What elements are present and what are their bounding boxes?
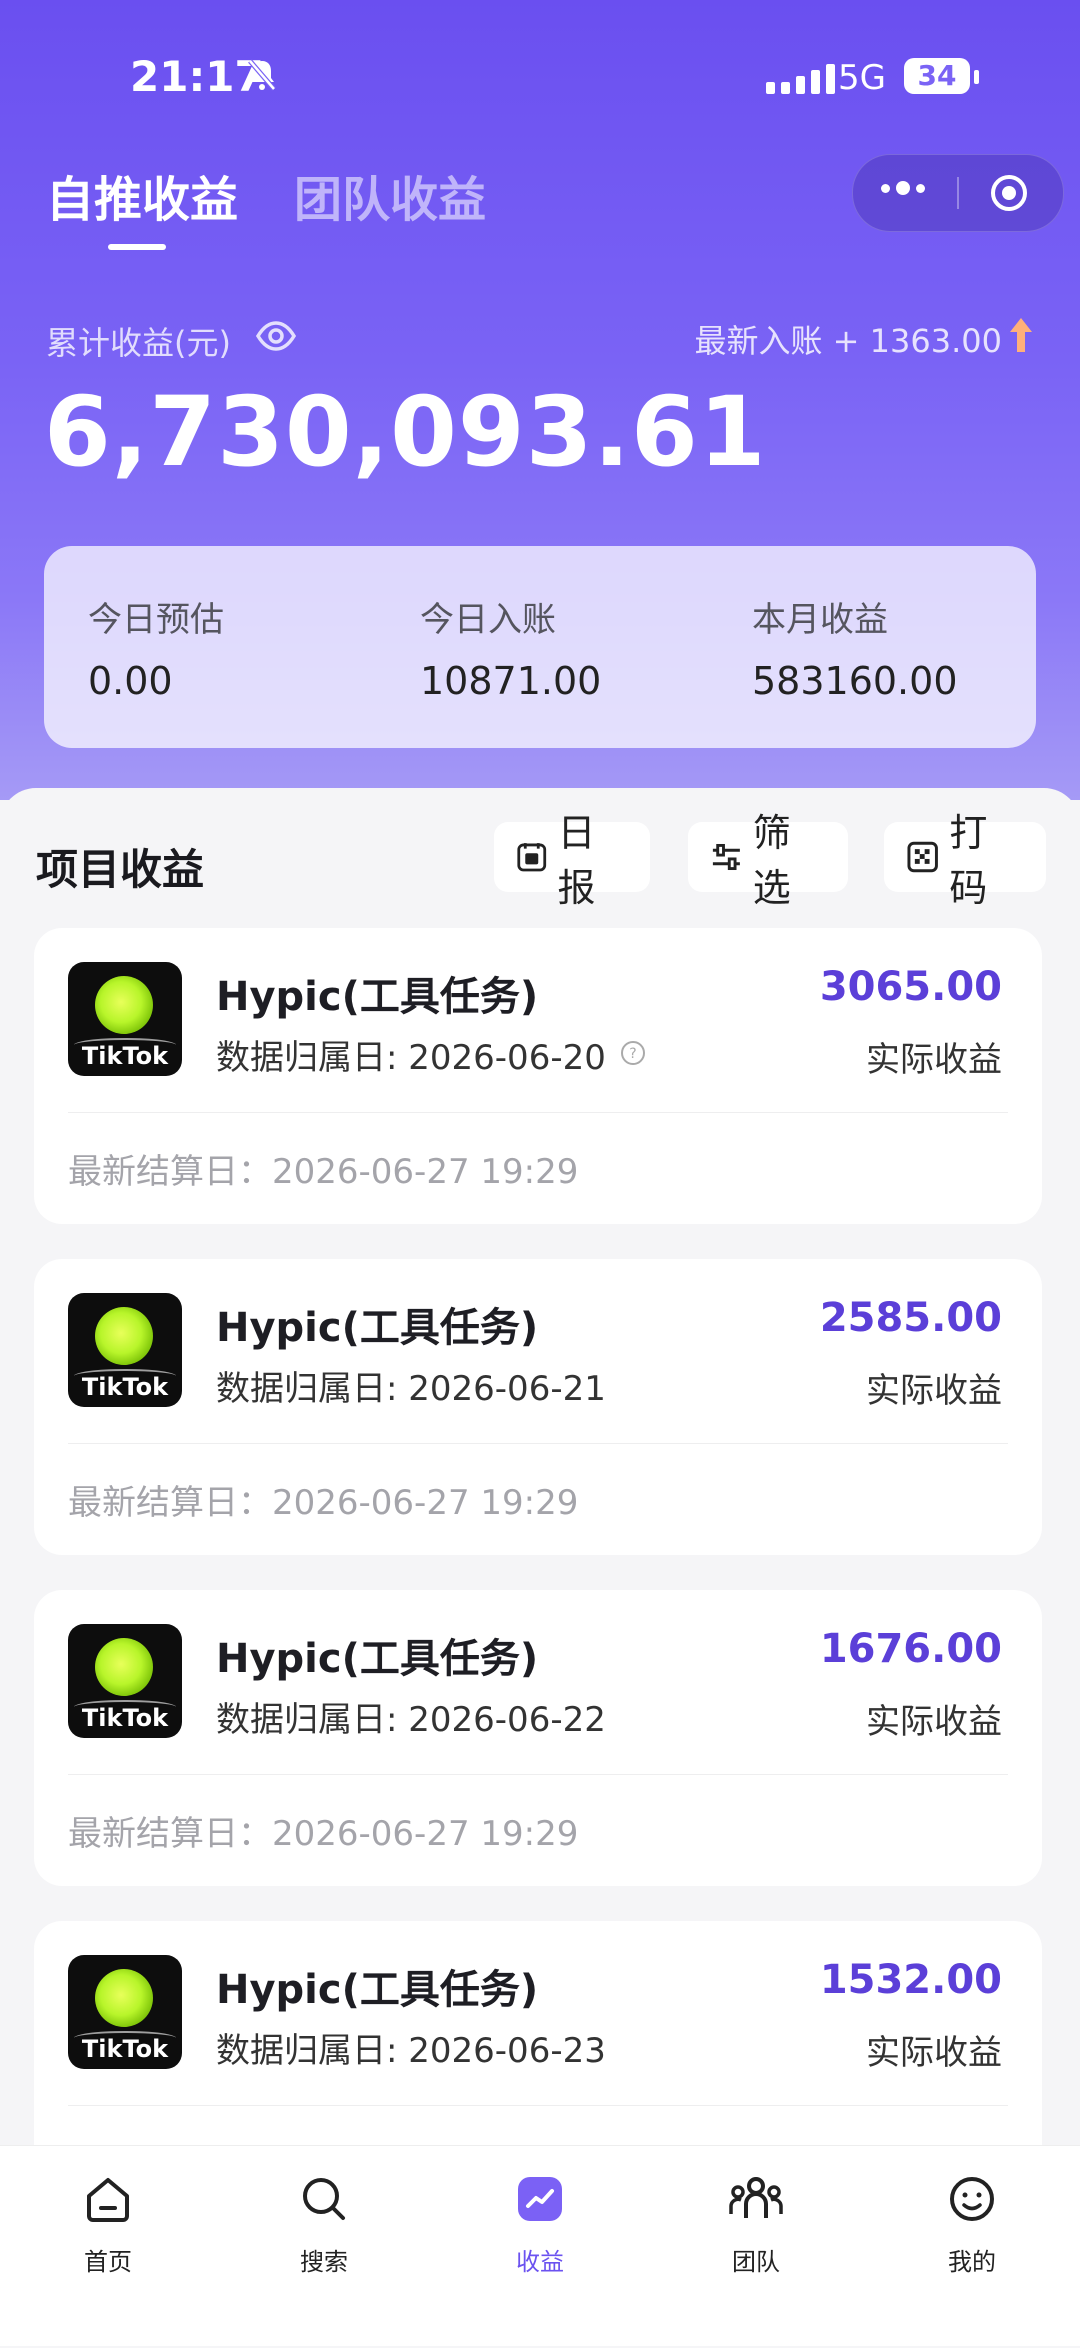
nav-label: 首页 <box>84 2248 132 2276</box>
project-date: 数据归属日: 2026-06-21 <box>216 1361 606 1410</box>
project-date-text: 数据归属日: 2026-06-23 <box>216 2031 606 2071</box>
latest-income-text: 最新入账 + 1363.00 <box>694 322 1003 360</box>
settle-date: 最新结算日：2026-06-27 19:29 <box>68 1483 579 1523</box>
filter-button[interactable]: 筛选 <box>688 811 848 910</box>
project-value: 1676.00 <box>819 1626 1002 1672</box>
tab-self-earnings[interactable]: 自推收益 <box>46 160 238 230</box>
stat-label: 本月收益 <box>752 600 888 640</box>
nav-search[interactable]: 搜索 <box>264 2172 384 2277</box>
settle-date: 最新结算日：2026-06-27 19:29 <box>68 1152 579 1192</box>
card-divider <box>68 1443 1008 1444</box>
project-card[interactable]: TikTok Hypic(工具任务) 数据归属日: 2026-06-20 ? 3… <box>34 928 1042 1224</box>
latest-income: 最新入账 + 1363.00 <box>695 316 1035 362</box>
nav-team[interactable]: 团队 <box>696 2172 816 2277</box>
card-divider <box>68 2105 1008 2106</box>
close-target-icon[interactable] <box>989 173 1029 217</box>
project-value-label: 实际收益 <box>866 1702 1002 1742</box>
earnings-tabs: 自推收益 团队收益 <box>46 160 486 230</box>
card-divider <box>68 1112 1008 1113</box>
daily-report-label: 日报 <box>557 811 596 910</box>
status-time: 21:17 <box>130 52 264 101</box>
stat-value: 10871.00 <box>420 659 602 703</box>
settle-date: 最新结算日：2026-06-27 19:29 <box>68 1814 579 1854</box>
filter-icon <box>712 843 740 871</box>
project-date-text: 数据归属日: 2026-06-21 <box>216 1369 606 1409</box>
project-value: 1532.00 <box>819 1957 1002 2003</box>
filter-label: 筛选 <box>752 811 791 910</box>
project-date: 数据归属日: 2026-06-23 <box>216 2023 606 2072</box>
cumulative-amount: 6,730,093.61 <box>44 376 767 488</box>
daily-report-icon <box>517 843 547 872</box>
project-name: Hypic(工具任务) <box>216 974 539 1020</box>
card-divider <box>68 1774 1008 1775</box>
network-type: 5G <box>838 58 886 98</box>
nav-label: 收益 <box>516 2248 564 2276</box>
tiktok-logo-icon: TikTok <box>68 1293 182 1407</box>
stat-label: 今日入账 <box>420 600 556 640</box>
project-value-label: 实际收益 <box>866 2033 1002 2073</box>
active-tab-indicator <box>108 244 166 250</box>
mosaic-button[interactable]: 打码 <box>884 811 1046 910</box>
section-title: 项目收益 <box>36 845 205 894</box>
app-logo-text: TikTok <box>81 1042 169 1070</box>
stat-value: 583160.00 <box>752 659 958 703</box>
mute-bell-icon <box>246 58 278 96</box>
project-date-text: 数据归属日: 2026-06-22 <box>216 1700 606 1740</box>
bottom-nav: 首页 搜索 收益 团队 我的 <box>0 2145 1080 2346</box>
profile-icon <box>912 2172 1032 2226</box>
cumulative-label: 累计收益(元) <box>46 324 231 362</box>
project-value-label: 实际收益 <box>866 1040 1002 1080</box>
project-value-label: 实际收益 <box>866 1371 1002 1411</box>
app-logo-text: TikTok <box>81 1373 169 1401</box>
team-icon <box>696 2172 816 2226</box>
stat-month-earnings: 本月收益 583160.00 <box>752 592 958 703</box>
stat-today-income: 今日入账 10871.00 <box>420 592 601 703</box>
app-logo-text: TikTok <box>81 1704 169 1732</box>
mosaic-icon <box>907 841 938 873</box>
tiktok-logo-icon: TikTok <box>68 1955 182 2069</box>
eye-icon[interactable] <box>255 320 297 356</box>
project-name: Hypic(工具任务) <box>216 1636 539 1682</box>
battery-tip <box>974 70 979 84</box>
search-icon <box>264 2172 384 2226</box>
daily-report-button[interactable]: 日报 <box>494 811 650 910</box>
tiktok-logo-icon: TikTok <box>68 962 182 1076</box>
project-value: 2585.00 <box>819 1295 1002 1341</box>
battery-icon: 34 <box>904 58 970 94</box>
nav-label: 团队 <box>732 2248 780 2276</box>
project-name: Hypic(工具任务) <box>216 1967 539 2013</box>
arrow-up-icon <box>1008 316 1034 362</box>
nav-profile[interactable]: 我的 <box>912 2172 1032 2277</box>
tab-team-earnings[interactable]: 团队收益 <box>294 160 486 230</box>
status-bar: 21:17 5G 34 <box>0 52 1080 112</box>
project-name: Hypic(工具任务) <box>216 1305 539 1351</box>
stat-label: 今日预估 <box>88 600 224 640</box>
capsule-divider <box>957 177 959 209</box>
signal-icon <box>766 64 835 94</box>
nav-label: 搜索 <box>300 2248 348 2276</box>
project-date: 数据归属日: 2026-06-20 ? <box>216 1030 646 1079</box>
miniprogram-capsule <box>852 154 1064 232</box>
project-card[interactable]: TikTok Hypic(工具任务) 数据归属日: 2026-06-21 258… <box>34 1259 1042 1555</box>
earnings-icon <box>480 2172 600 2226</box>
project-date: 数据归属日: 2026-06-22 <box>216 1692 606 1741</box>
nav-label: 我的 <box>948 2248 996 2276</box>
project-date-text: 数据归属日: 2026-06-20 <box>216 1038 606 1078</box>
project-card[interactable]: TikTok Hypic(工具任务) 数据归属日: 2026-06-22 167… <box>34 1590 1042 1886</box>
svg-text:?: ? <box>629 1046 636 1062</box>
stat-value: 0.00 <box>88 659 173 703</box>
stat-today-estimate: 今日预估 0.00 <box>88 592 224 703</box>
help-icon[interactable]: ? <box>620 1035 646 1075</box>
project-card[interactable]: TikTok Hypic(工具任务) 数据归属日: 2026-06-23 153… <box>34 1921 1042 2181</box>
stats-panel: 今日预估 0.00 今日入账 10871.00 本月收益 583160.00 <box>44 546 1036 748</box>
tiktok-logo-icon: TikTok <box>68 1624 182 1738</box>
mosaic-label: 打码 <box>949 811 988 910</box>
app-logo-text: TikTok <box>81 2035 169 2063</box>
project-value: 3065.00 <box>819 964 1002 1010</box>
nav-home[interactable]: 首页 <box>48 2172 168 2277</box>
nav-earnings[interactable]: 收益 <box>480 2172 600 2277</box>
home-icon <box>48 2172 168 2226</box>
more-icon[interactable] <box>881 181 925 195</box>
